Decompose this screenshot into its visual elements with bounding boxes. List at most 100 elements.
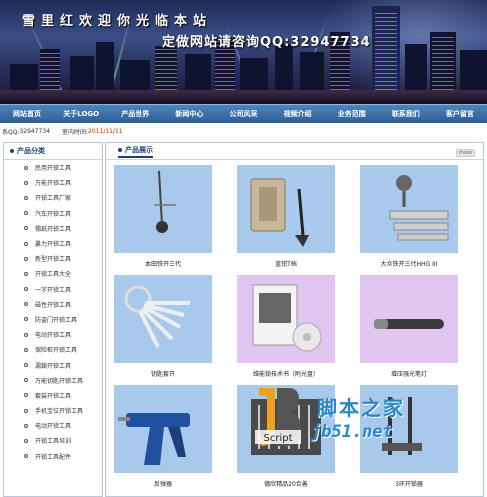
sidebar-category-item[interactable]: 套装开锁工具 — [4, 388, 102, 403]
watermark-site: jb51.net — [311, 422, 393, 442]
product-photo — [118, 413, 190, 465]
product-image[interactable] — [114, 275, 212, 363]
bullet-icon — [10, 149, 14, 153]
nav-item-products[interactable]: 产品世界 — [108, 109, 162, 119]
product-image[interactable] — [237, 275, 335, 363]
product-photo — [124, 285, 190, 348]
category-list: 民用开锁工具 万能开锁工具开锁工具厂家汽车开锁工具 锡纸开锁工具暴力开锁工具 新型开锁… — [4, 160, 102, 464]
nav-item-contact[interactable]: 联系我们 — [379, 109, 433, 119]
sidebar-category-label: 万能钥匙开锁工具 — [35, 377, 84, 385]
showcase-title-wrap: 产品展示 — [118, 145, 153, 158]
circle-bullet-icon — [24, 317, 28, 322]
circle-bullet-icon — [24, 454, 28, 459]
site-title: 雪里红欢迎你光临本站 — [22, 14, 213, 29]
product-image[interactable] — [360, 165, 458, 253]
product-card[interactable]: 钥匙套开 — [114, 275, 212, 378]
more-button[interactable]: more — [456, 149, 475, 157]
sidebar-category-label: 磁性开锁工具 — [35, 301, 72, 309]
nav-item-guestbook[interactable]: 客户留言 — [433, 109, 487, 119]
sidebar-category-item[interactable]: 开锁工具大全 — [4, 266, 102, 281]
logo-script-text: Script — [263, 433, 292, 444]
banner-window-lights — [155, 48, 177, 90]
current-date: 2011/11/11 — [88, 127, 123, 135]
product-card[interactable]: 增压强光笔灯 — [360, 275, 458, 378]
product-caption[interactable]: 德欣精品20合善 — [237, 479, 335, 488]
circle-bullet-icon — [24, 378, 28, 383]
nav-item-about-logo[interactable]: 关于LOGO — [54, 109, 108, 119]
product-caption[interactable]: 反弹器 — [114, 479, 212, 488]
qq-prefix: 系QQ: — [2, 128, 20, 136]
circle-bullet-icon — [24, 363, 28, 368]
product-card[interactable]: 蓝钳T档 — [237, 165, 335, 268]
product-card[interactable]: 大众铁开三代HHG III — [360, 165, 458, 268]
sidebar-category-item[interactable]: 一字开锁工具 — [4, 282, 102, 297]
sidebar-category-item[interactable]: 电动开锁工具 — [4, 327, 102, 342]
circle-bullet-icon — [24, 408, 28, 413]
circle-bullet-icon — [24, 302, 28, 307]
circle-bullet-icon — [24, 195, 28, 200]
banner-window-lights — [40, 50, 60, 90]
product-image[interactable] — [237, 165, 335, 253]
circle-bullet-icon — [24, 256, 28, 261]
sidebar-category-item[interactable]: 万能钥匙开锁工具 — [4, 373, 102, 388]
circle-bullet-icon — [24, 332, 28, 337]
site-subtitle: 定做网站请咨询QQ:32947734 — [162, 35, 371, 50]
sidebar-category-item[interactable]: 锡纸开锁工具 — [4, 221, 102, 236]
product-card[interactable]: 反弹器 — [114, 385, 212, 488]
product-card[interactable]: 维能锁技术书（附光盘） — [237, 275, 335, 378]
sidebar-category-item[interactable]: 保险柜开锁工具 — [4, 342, 102, 357]
circle-bullet-icon — [24, 241, 28, 246]
sidebar-category-label: 电动开锁工具 — [35, 423, 72, 431]
sidebar-category-item[interactable]: 开锁工具配件 — [4, 449, 102, 464]
banner-window-lights — [375, 10, 397, 90]
sidebar-category-label: 新型开锁工具 — [35, 256, 72, 264]
sidebar-category-label: 套装开锁工具 — [35, 392, 72, 400]
product-caption[interactable]: 钥匙套开 — [114, 369, 212, 378]
product-caption[interactable]: 3环开锁器 — [360, 479, 458, 488]
category-sidebar: 产品分类 民用开锁工具 万能开锁工具 开锁工具厂家 汽车开锁工具 锡纸开锁工具 暴力开锁工… — [3, 142, 103, 497]
product-caption[interactable]: 本田铁开三代 — [114, 259, 212, 268]
sidebar-category-item[interactable]: 开锁工具厂家 — [4, 190, 102, 205]
sidebar-category-item[interactable]: 电动开锁工具 — [4, 418, 102, 433]
sidebar-category-label: 电动开锁工具 — [35, 332, 72, 340]
product-image[interactable] — [114, 385, 212, 473]
nav-item-home[interactable]: 网站首页 — [0, 109, 54, 119]
sidebar-category-label: 漏鎖开锁工具 — [35, 362, 72, 370]
showcase-header: 产品展示 more — [106, 143, 483, 160]
nav-item-video[interactable]: 视频介绍 — [271, 109, 325, 119]
product-caption[interactable]: 增压强光笔灯 — [360, 369, 458, 378]
product-photo — [154, 170, 176, 233]
sidebar-category-item[interactable]: 万能开锁工具 — [4, 175, 102, 190]
circle-bullet-icon — [24, 347, 28, 352]
nav-item-business[interactable]: 业务范围 — [325, 109, 379, 119]
info-bar: 系QQ: 32947734 室内时间: 2011/11/11 — [0, 124, 487, 138]
product-image[interactable] — [114, 165, 212, 253]
nav-item-company[interactable]: 公司风采 — [216, 109, 270, 119]
sidebar-category-item[interactable]: 新型开锁工具 — [4, 251, 102, 266]
date-label: 室内时间: — [62, 128, 89, 136]
sidebar-category-item[interactable]: 磁性开锁工具 — [4, 297, 102, 312]
sidebar-category-label: 暴力开锁工具 — [35, 241, 72, 249]
sidebar-category-item[interactable]: 汽车开锁工具 — [4, 206, 102, 221]
sidebar-category-item[interactable]: 开锁工具培训 — [4, 433, 102, 448]
sidebar-category-item[interactable]: 民用开锁工具 — [4, 160, 102, 175]
product-photo — [389, 175, 449, 241]
sidebar-category-label: 开锁工具厂家 — [35, 195, 72, 203]
circle-bullet-icon — [24, 423, 28, 428]
jb-logo-icon: Script — [255, 388, 301, 446]
nav-item-news[interactable]: 新闻中心 — [162, 109, 216, 119]
sidebar-category-item[interactable]: 防盗门开锁工具 — [4, 312, 102, 327]
circle-bullet-icon — [24, 438, 28, 443]
product-photo — [374, 319, 444, 329]
product-caption[interactable]: 蓝钳T档 — [237, 259, 335, 268]
sidebar-category-item[interactable]: 暴力开锁工具 — [4, 236, 102, 251]
sidebar-category-item[interactable]: 手机宝位开锁工具 — [4, 403, 102, 418]
main-nav: 网站首页 关于LOGO 产品世界 新闻中心 公司风采 视频介绍 业务范围 联系我… — [0, 104, 487, 123]
sidebar-category-item[interactable]: 漏鎖开锁工具 — [4, 357, 102, 372]
product-card[interactable]: 本田铁开三代 — [114, 165, 212, 268]
circle-bullet-icon — [24, 226, 28, 231]
sidebar-category-label: 开锁工具大全 — [35, 271, 72, 279]
product-caption[interactable]: 大众铁开三代HHG III — [360, 259, 458, 268]
product-caption[interactable]: 维能锁技术书（附光盘） — [237, 369, 335, 378]
product-image[interactable] — [360, 275, 458, 363]
